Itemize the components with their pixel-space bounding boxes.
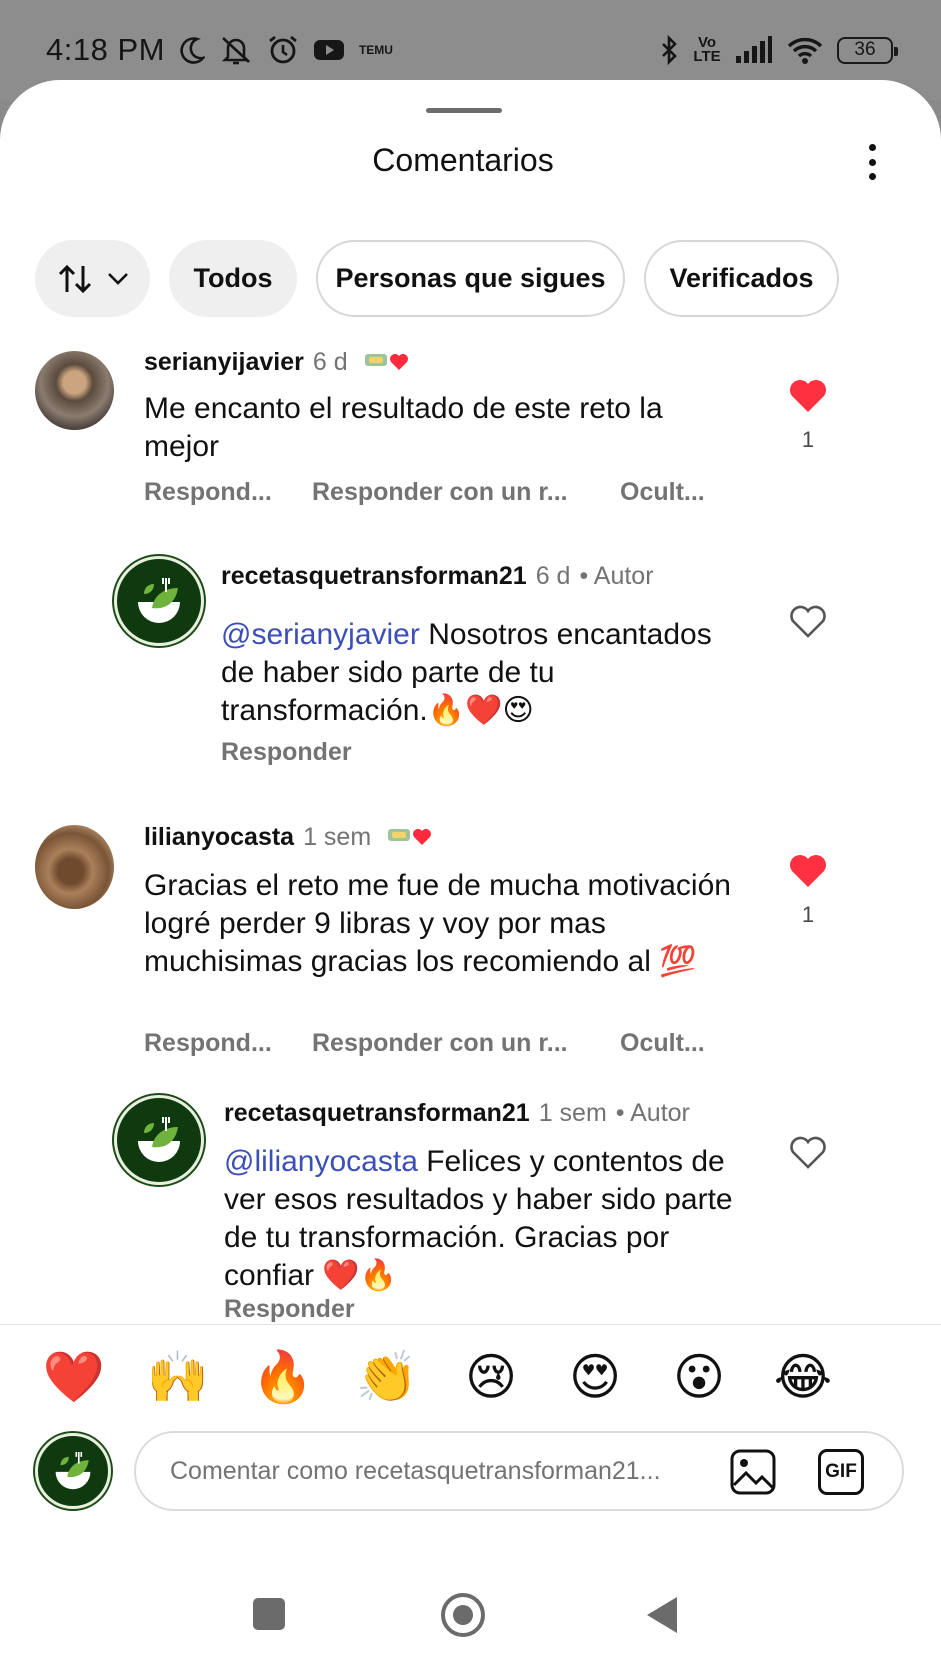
reply-header: recetasquetransforman21 1 sem • Autor <box>224 1099 690 1128</box>
emoji-raised-hands[interactable]: 🙌 <box>143 1347 213 1407</box>
reply-time: 1 sem <box>538 1099 607 1127</box>
back-button[interactable] <box>645 1595 679 1640</box>
comment-username[interactable]: serianyijavier <box>144 348 304 377</box>
heart-filled-icon <box>788 855 828 893</box>
reply-username[interactable]: recetasquetransforman21 <box>224 1099 530 1128</box>
like-button[interactable] <box>785 1135 831 1176</box>
temu-icon: TEMU <box>358 43 393 57</box>
wifi-icon <box>787 36 823 64</box>
reply-button[interactable]: Responder <box>224 1295 355 1324</box>
avatar[interactable] <box>114 556 204 646</box>
chevron-down-icon <box>107 272 129 286</box>
reply-text: @lilianyocasta Felices y contentos de ve… <box>224 1143 744 1295</box>
filter-bar: Todos Personas que sigues Verificados <box>0 240 941 320</box>
heart-filled-icon <box>788 380 828 418</box>
alarm-icon <box>267 34 299 66</box>
emoji-crying[interactable]: 😢 <box>456 1347 526 1407</box>
avatar[interactable] <box>35 825 114 909</box>
bluetooth-icon <box>659 35 679 65</box>
reply-actions: Responder <box>221 738 352 767</box>
like-count: 1 <box>801 902 815 927</box>
reply-username[interactable]: recetasquetransforman21 <box>221 562 527 591</box>
comment-input-placeholder: Comentar como recetasquetransforman21... <box>170 1457 661 1485</box>
status-left: 4:18 PM TEMU <box>46 30 393 70</box>
reply-button[interactable]: Responder <box>221 738 352 767</box>
emoji-fire[interactable]: 🔥 <box>248 1347 318 1407</box>
sheet-title: Comentarios <box>372 142 554 178</box>
like-button[interactable] <box>785 604 831 645</box>
heart-outline-icon <box>788 1136 828 1175</box>
comment-header: serianyijavier 6 d <box>144 346 411 377</box>
brand-logo-icon <box>138 1117 180 1162</box>
comment-header: lilianyocasta 1 sem <box>144 821 434 852</box>
gif-button[interactable]: GIF <box>818 1449 864 1495</box>
muted-bell-icon <box>219 34 253 66</box>
avatar[interactable] <box>35 351 114 430</box>
filter-chip-todos[interactable]: Todos <box>169 240 297 317</box>
badge-heart-icon <box>363 348 411 372</box>
reply-header: recetasquetransforman21 6 d • Autor <box>221 562 654 591</box>
hide-button[interactable]: Ocult... <box>620 1029 705 1058</box>
emoji-clap[interactable]: 👏 <box>352 1347 422 1407</box>
comment-time: 6 d <box>312 348 348 376</box>
sort-button[interactable] <box>35 240 150 317</box>
signal-icon <box>735 36 773 64</box>
filter-chip-following[interactable]: Personas que sigues <box>316 240 625 317</box>
reply-time: 6 d <box>535 562 571 590</box>
filter-chip-verified[interactable]: Verificados <box>644 240 839 317</box>
status-time: 4:18 PM <box>46 32 165 67</box>
emoji-heart-eyes[interactable]: 😍 <box>560 1347 630 1407</box>
battery-icon: 36 <box>837 36 898 64</box>
avatar[interactable] <box>114 1095 204 1185</box>
status-right: Vo LTE 36 <box>659 30 898 70</box>
comment-text: Me encanto el resultado de este reto la … <box>144 392 663 463</box>
emoji-quick-bar: ❤️ 🙌 🔥 👏 😢 😍 😮 😂 <box>0 1324 941 1428</box>
brand-logo-icon <box>138 578 180 623</box>
author-label: • Autor <box>615 1099 690 1127</box>
like-button[interactable]: 1 <box>785 853 831 928</box>
reply-button[interactable]: Respond... <box>144 1029 312 1058</box>
youtube-icon <box>313 38 345 62</box>
composer-avatar <box>35 1433 111 1509</box>
brand-logo-icon <box>55 1451 91 1490</box>
comment-username[interactable]: lilianyocasta <box>144 823 294 852</box>
reply-button[interactable]: Respond... <box>144 478 312 507</box>
emoji-surprised[interactable]: 😮 <box>664 1347 734 1407</box>
mention-link[interactable]: @lilianyocasta <box>224 1145 418 1178</box>
hide-button[interactable]: Ocult... <box>620 478 705 507</box>
home-button[interactable] <box>441 1593 485 1637</box>
reply-with-reel-button[interactable]: Responder con un r... <box>312 478 620 507</box>
volte-icon: Vo LTE <box>693 34 721 65</box>
drag-handle[interactable] <box>426 108 502 113</box>
reply-text: @serianyjavier Nosotros encantados de ha… <box>221 616 741 730</box>
moon-icon <box>179 36 205 64</box>
comment-time: 1 sem <box>303 823 372 851</box>
image-icon[interactable] <box>730 1449 776 1500</box>
recents-button[interactable] <box>253 1598 285 1630</box>
badge-heart-icon <box>386 823 434 847</box>
like-count: 1 <box>801 427 815 452</box>
emoji-heart[interactable]: ❤️ <box>39 1347 109 1407</box>
author-label: • Autor <box>579 562 654 590</box>
comment-input[interactable]: Comentar como recetasquetransforman21...… <box>134 1431 904 1511</box>
heart-outline-icon <box>788 605 828 644</box>
like-button[interactable]: 1 <box>785 378 831 453</box>
mention-link[interactable]: @serianyjavier <box>221 618 420 651</box>
emoji-laughing[interactable]: 😂 <box>768 1347 838 1407</box>
more-options-icon[interactable] <box>860 140 884 184</box>
comments-sheet: Comentarios Todos Personas que sigues Ve… <box>0 80 941 1672</box>
comment-actions: Respond... Responder con un r... Ocult..… <box>144 1029 705 1058</box>
sort-arrows-icon <box>57 263 93 295</box>
comment-actions: Respond... Responder con un r... Ocult..… <box>144 478 705 507</box>
system-nav-bar <box>0 1540 941 1672</box>
comment-text: Gracias el reto me fue de mucha motivaci… <box>144 869 731 978</box>
reply-with-reel-button[interactable]: Responder con un r... <box>312 1029 620 1058</box>
comment-composer: Comentar como recetasquetransforman21...… <box>0 1425 941 1535</box>
reply-actions: Responder <box>224 1295 355 1324</box>
